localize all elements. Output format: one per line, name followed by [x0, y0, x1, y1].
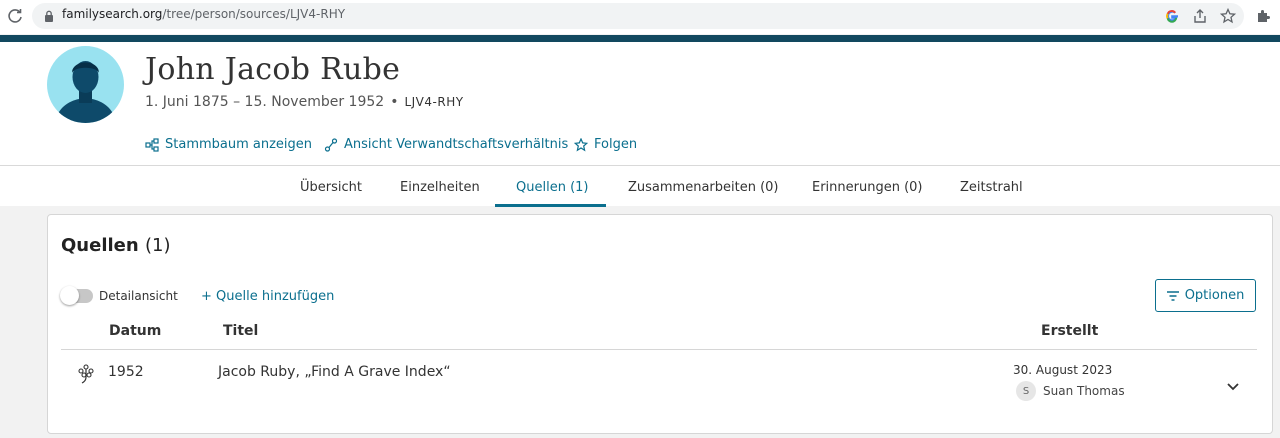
- star-outline-icon: [574, 137, 588, 151]
- tab-sources[interactable]: Quellen (1): [516, 180, 588, 195]
- toggle-knob[interactable]: [60, 286, 79, 305]
- share-icon[interactable]: [1192, 8, 1208, 24]
- source-title[interactable]: Jacob Ruby, „Find A Grave Index“: [218, 364, 451, 380]
- table-header-divider: [61, 349, 1257, 350]
- source-date: 1952: [108, 364, 144, 380]
- column-header-date: Datum: [109, 323, 162, 339]
- tab-details[interactable]: Einzelheiten: [400, 180, 480, 195]
- reload-icon[interactable]: [7, 8, 23, 24]
- person-silhouette-icon: [55, 61, 116, 123]
- url-text[interactable]: familysearch.org/tree/person/sources/LJV…: [62, 7, 345, 21]
- sources-heading-label: Quellen: [61, 235, 139, 256]
- tab-bar: Übersicht Einzelheiten Quellen (1) Zusam…: [0, 166, 1280, 206]
- tab-memories[interactable]: Erinnerungen (0): [812, 180, 923, 195]
- source-type-icon: [78, 364, 94, 384]
- lock-icon[interactable]: [44, 10, 54, 22]
- follow-link[interactable]: Folgen: [574, 137, 637, 152]
- relationship-view-link[interactable]: Ansicht Verwandtschaftsverhältnis: [324, 137, 568, 152]
- tab-overview[interactable]: Übersicht: [300, 180, 362, 195]
- extensions-icon[interactable]: [1255, 8, 1271, 24]
- lifespan: 1. Juni 1875 – 15. November 1952: [145, 94, 385, 110]
- source-created-date: 30. August 2023: [1013, 363, 1113, 377]
- relationship-view-label: Ansicht Verwandtschaftsverhältnis: [344, 137, 569, 152]
- tab-timeline[interactable]: Zeitstrahl: [960, 180, 1023, 195]
- person-vitals: 1. Juni 1875 – 15. November 1952 • LJV4-RH…: [145, 94, 464, 110]
- separator-dot: •: [390, 94, 399, 110]
- sources-count: (1): [144, 235, 171, 256]
- filter-icon: [1166, 290, 1179, 301]
- options-label: Optionen: [1184, 288, 1245, 303]
- google-icon[interactable]: [1164, 8, 1180, 24]
- star-icon[interactable]: [1220, 8, 1236, 24]
- view-tree-link[interactable]: Stammbaum anzeigen: [145, 137, 312, 152]
- detail-view-label: Detailansicht: [99, 289, 178, 303]
- browser-toolbar: familysearch.org/tree/person/sources/LJV…: [0, 0, 1280, 34]
- add-source-link[interactable]: + Quelle hinzufügen: [201, 289, 334, 304]
- creator-avatar: S: [1016, 381, 1036, 401]
- chevron-down-icon[interactable]: [1225, 378, 1241, 394]
- relationship-icon: [324, 137, 338, 152]
- person-name: John Jacob Rube: [145, 52, 401, 87]
- active-tab-indicator: [495, 204, 606, 207]
- options-button[interactable]: Optionen: [1155, 279, 1256, 312]
- source-creator[interactable]: S Suan Thomas: [1016, 381, 1125, 401]
- sources-heading: Quellen (1): [61, 235, 170, 256]
- person-id[interactable]: LJV4-RHY: [404, 95, 463, 109]
- header-accent-band: [0, 35, 1280, 42]
- creator-name: Suan Thomas: [1043, 384, 1125, 398]
- avatar: [47, 46, 124, 123]
- column-header-created: Erstellt: [1041, 323, 1099, 339]
- tree-icon: [145, 137, 159, 152]
- follow-label: Folgen: [594, 137, 638, 152]
- column-header-title: Titel: [223, 323, 259, 339]
- tab-collaborate[interactable]: Zusammenarbeiten (0): [628, 180, 779, 195]
- view-tree-label: Stammbaum anzeigen: [165, 137, 313, 152]
